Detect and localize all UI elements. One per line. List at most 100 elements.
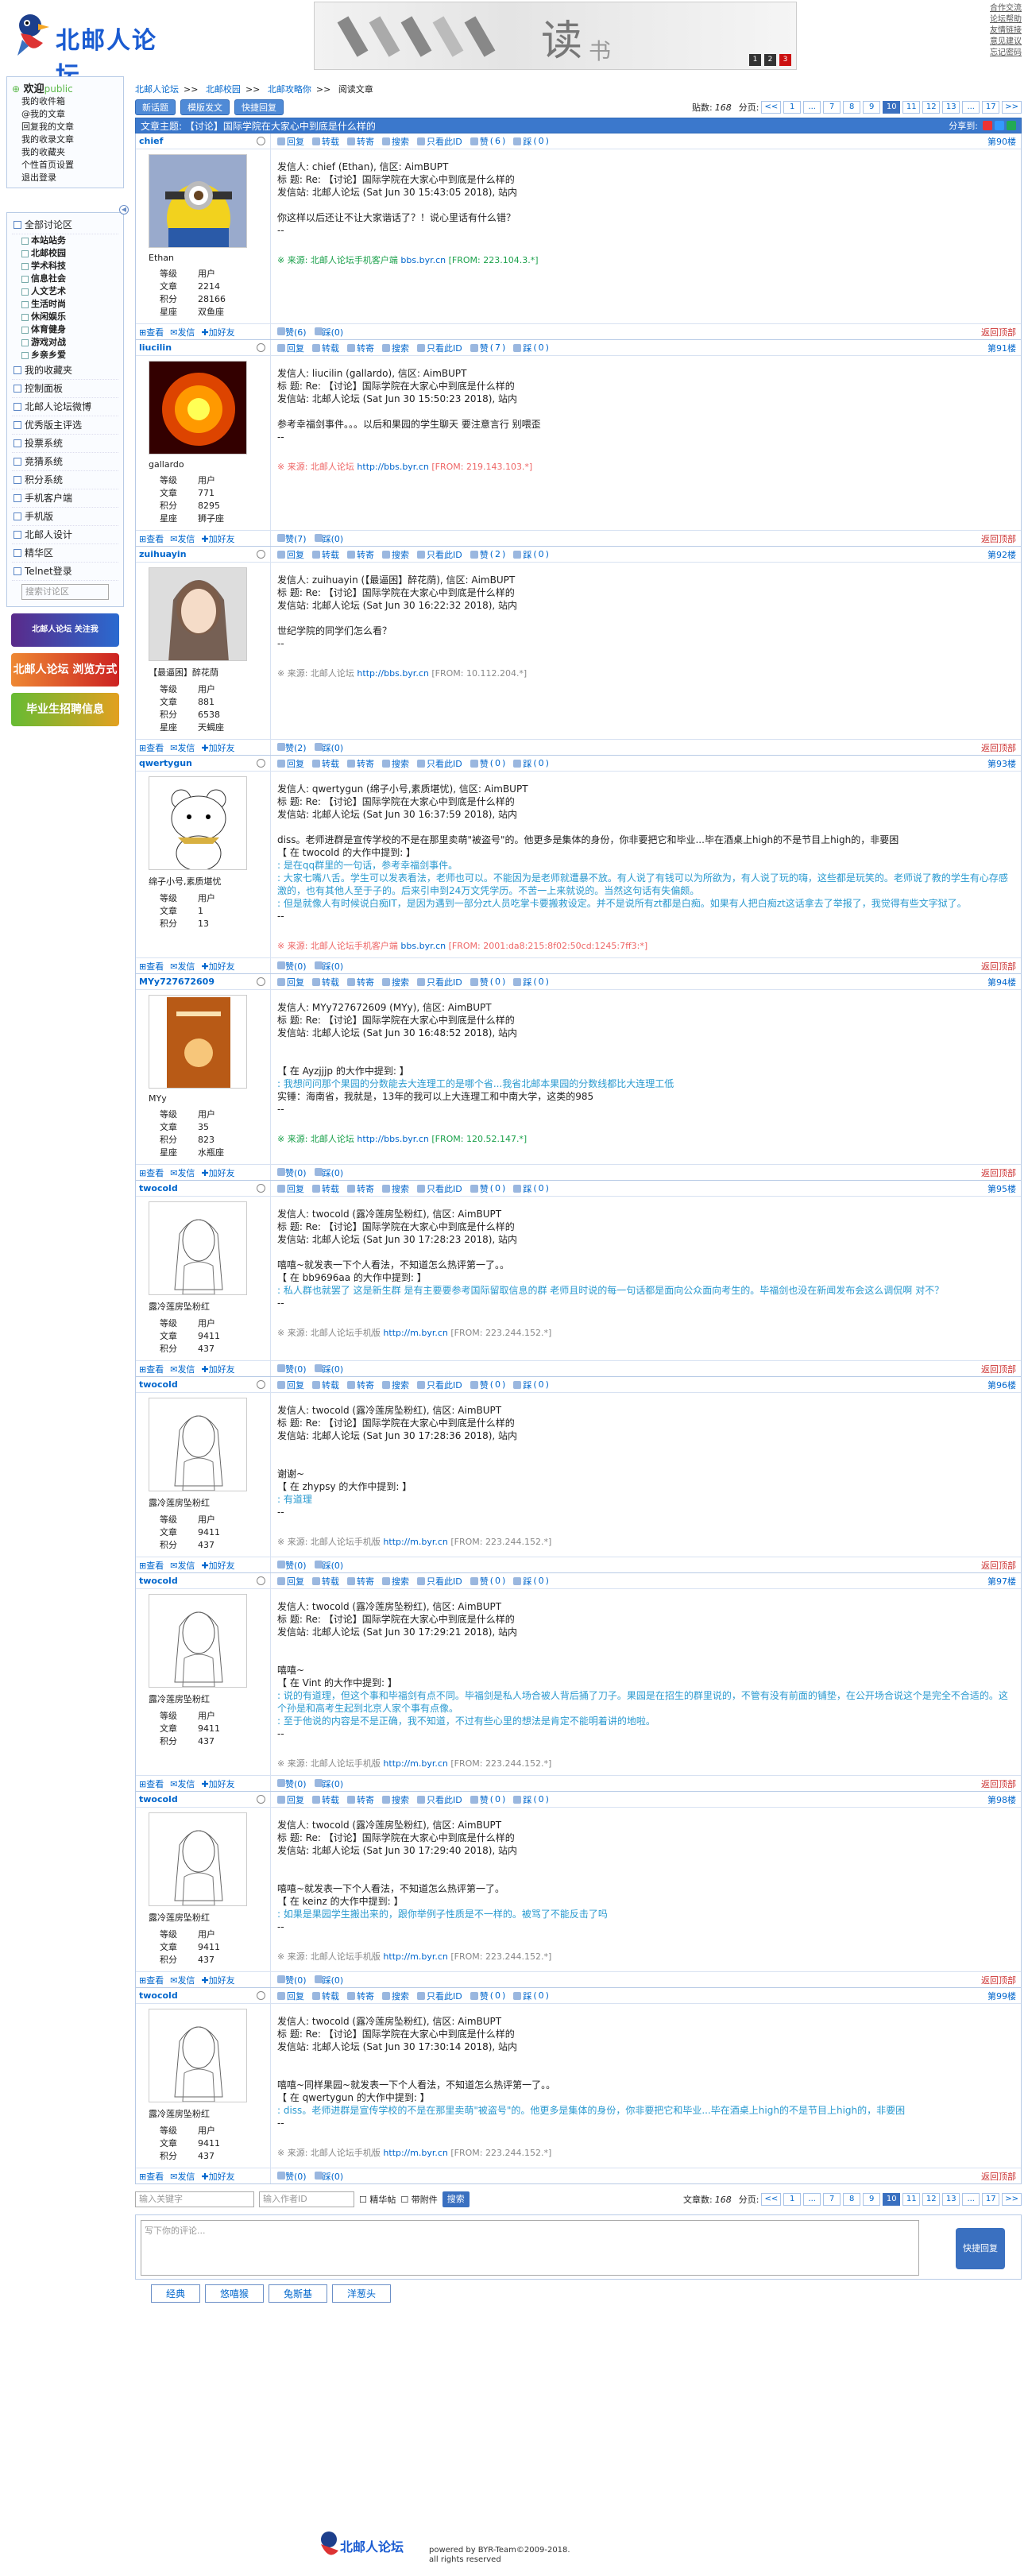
- like-action[interactable]: 赞(0): [470, 1575, 505, 1588]
- post-author[interactable]: twocold: [139, 1990, 178, 2001]
- dislike-action[interactable]: 踩(0): [314, 960, 343, 973]
- repost-action[interactable]: 转寄: [347, 757, 374, 770]
- like-action[interactable]: 赞(0): [277, 960, 307, 973]
- reply-action[interactable]: 回复: [277, 1379, 304, 1391]
- top-link-friends[interactable]: 友情链接: [990, 25, 1022, 37]
- send-mail-button[interactable]: ✉发信: [170, 326, 195, 338]
- reply-action[interactable]: 回复: [277, 548, 304, 561]
- search-action[interactable]: 搜索: [382, 976, 409, 988]
- source-link[interactable]: http://m.byr.cn: [383, 1537, 447, 1547]
- like-action[interactable]: 赞(0): [470, 1379, 505, 1391]
- emoticon-tab[interactable]: 悠嘻猴: [205, 2284, 265, 2303]
- weibo-follow-ad[interactable]: 北邮人论坛 关注我: [11, 613, 119, 647]
- only-this-id-action[interactable]: 只看此ID: [417, 342, 462, 354]
- avatar[interactable]: [149, 1812, 247, 1906]
- floor-number[interactable]: 第92楼: [987, 548, 1016, 561]
- board-item[interactable]: 休闲娱乐: [12, 311, 118, 323]
- send-mail-button[interactable]: ✉发信: [170, 2170, 195, 2183]
- floor-number[interactable]: 第97楼: [987, 1575, 1016, 1588]
- page-link[interactable]: 11: [902, 2193, 921, 2206]
- link-at-me[interactable]: @我的文章: [12, 108, 118, 121]
- repost-action[interactable]: 转寄: [347, 342, 374, 354]
- dislike-action[interactable]: 踩(0): [513, 342, 549, 354]
- only-this-id-action[interactable]: 只看此ID: [417, 1575, 462, 1588]
- send-mail-button[interactable]: ✉发信: [170, 1974, 195, 1986]
- add-friend-button[interactable]: ✚加好友: [201, 1166, 234, 1179]
- like-action[interactable]: 赞(0): [470, 1182, 505, 1195]
- like-action[interactable]: 赞(6): [277, 326, 307, 338]
- post-author[interactable]: twocold: [139, 1794, 178, 1804]
- dislike-action[interactable]: 踩(0): [513, 1182, 549, 1195]
- repost-action[interactable]: 转寄: [347, 135, 374, 148]
- avatar[interactable]: [149, 776, 247, 870]
- forward-action[interactable]: 转载: [312, 342, 339, 354]
- floor-number[interactable]: 第95楼: [987, 1182, 1016, 1195]
- search-action[interactable]: 搜索: [382, 342, 409, 354]
- like-action[interactable]: 赞(0): [277, 1559, 307, 1572]
- view-user-button[interactable]: ⊞查看: [139, 960, 164, 973]
- page-link[interactable]: <<: [761, 101, 782, 114]
- dislike-action[interactable]: 踩(0): [513, 135, 549, 148]
- search-action[interactable]: 搜索: [382, 1379, 409, 1391]
- dislike-action[interactable]: 踩(0): [513, 757, 549, 770]
- only-this-id-action[interactable]: 只看此ID: [417, 976, 462, 988]
- source-link[interactable]: http://m.byr.cn: [383, 1328, 447, 1338]
- like-action[interactable]: 赞(0): [470, 757, 505, 770]
- send-mail-button[interactable]: ✉发信: [170, 532, 195, 545]
- reply-action[interactable]: 回复: [277, 135, 304, 148]
- floor-number[interactable]: 第98楼: [987, 1793, 1016, 1806]
- add-friend-button[interactable]: ✚加好友: [201, 1559, 234, 1572]
- only-this-id-action[interactable]: 只看此ID: [417, 1379, 462, 1391]
- forward-action[interactable]: 转载: [312, 976, 339, 988]
- nav-section[interactable]: 优秀版主评选: [12, 416, 118, 435]
- add-friend-button[interactable]: ✚加好友: [201, 741, 234, 754]
- collapse-sidebar-icon[interactable]: ◀: [119, 205, 129, 215]
- avatar[interactable]: [149, 1594, 247, 1688]
- post-author[interactable]: twocold: [139, 1183, 178, 1193]
- board-item[interactable]: 游戏对战: [12, 336, 118, 349]
- nav-section[interactable]: 手机客户端: [12, 489, 118, 508]
- repost-action[interactable]: 转寄: [347, 1793, 374, 1806]
- forward-action[interactable]: 转载: [312, 1379, 339, 1391]
- search-action[interactable]: 搜索: [382, 1575, 409, 1588]
- like-action[interactable]: 赞(0): [470, 1793, 505, 1806]
- page-link[interactable]: 12: [922, 2193, 941, 2206]
- post-author[interactable]: qwertygun: [139, 758, 192, 768]
- add-friend-button[interactable]: ✚加好友: [201, 2170, 234, 2183]
- forward-action[interactable]: 转载: [312, 1990, 339, 2002]
- floor-number[interactable]: 第96楼: [987, 1379, 1016, 1391]
- crumb-board[interactable]: 北邮攻略你: [268, 84, 311, 95]
- add-friend-button[interactable]: ✚加好友: [201, 960, 234, 973]
- avatar[interactable]: [149, 567, 247, 661]
- dislike-action[interactable]: 踩(0): [513, 1990, 549, 2002]
- weibo-share-icon[interactable]: [983, 121, 992, 130]
- like-action[interactable]: 赞(0): [277, 1166, 307, 1179]
- back-to-top-link[interactable]: 返回顶部: [981, 741, 1016, 754]
- top-link-help[interactable]: 论坛帮助: [990, 14, 1022, 25]
- page-link[interactable]: >>: [1002, 101, 1022, 114]
- like-action[interactable]: 赞(7): [277, 532, 307, 545]
- board-item[interactable]: 本站站务: [12, 234, 118, 247]
- job-info-ad[interactable]: 毕业生招聘信息: [11, 693, 119, 726]
- link-favorites[interactable]: 我的收藏夹: [12, 146, 118, 159]
- page-link[interactable]: ...: [962, 101, 980, 114]
- page-link[interactable]: ...: [803, 2193, 821, 2206]
- floor-number[interactable]: 第91楼: [987, 342, 1016, 354]
- reply-action[interactable]: 回复: [277, 1182, 304, 1195]
- like-action[interactable]: 赞(6): [470, 135, 505, 148]
- post-author[interactable]: liucilin: [139, 342, 172, 353]
- send-mail-button[interactable]: ✉发信: [170, 741, 195, 754]
- page-link[interactable]: 1: [783, 2193, 802, 2206]
- dislike-action[interactable]: 踩(0): [513, 976, 549, 988]
- nav-section[interactable]: 控制面板: [12, 380, 118, 398]
- floor-number[interactable]: 第94楼: [987, 976, 1016, 988]
- back-to-top-link[interactable]: 返回顶部: [981, 1166, 1016, 1179]
- dislike-action[interactable]: 踩(0): [513, 1379, 549, 1391]
- quick-reply-button[interactable]: 快捷回复: [234, 99, 284, 115]
- send-mail-button[interactable]: ✉发信: [170, 1363, 195, 1375]
- forward-action[interactable]: 转载: [312, 1793, 339, 1806]
- back-to-top-link[interactable]: 返回顶部: [981, 1974, 1016, 1986]
- send-mail-button[interactable]: ✉发信: [170, 1559, 195, 1572]
- like-action[interactable]: 赞(0): [470, 976, 505, 988]
- reply-action[interactable]: 回复: [277, 976, 304, 988]
